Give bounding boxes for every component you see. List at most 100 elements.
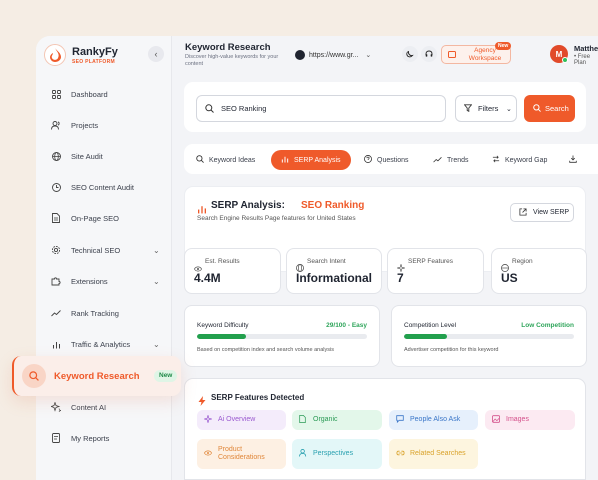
feature-chip-images[interactable]: Images: [485, 410, 575, 430]
tab-trends[interactable]: Trends: [433, 150, 469, 170]
globe-icon: [51, 151, 61, 161]
search-value: SEO Ranking: [221, 104, 267, 113]
tab-keyword-ideas[interactable]: Keyword Ideas: [196, 150, 255, 170]
sidebar-item-on-page-seo[interactable]: On-Page SEO: [36, 208, 172, 228]
tab-label: Keyword Gap: [505, 156, 548, 164]
sidebar-item-label: Content AI: [71, 402, 107, 412]
sidebar-item-technical-seo[interactable]: Technical SEO ⌄: [36, 240, 172, 260]
tab-keyword-gap[interactable]: Keyword Gap: [492, 150, 547, 170]
stat-region: Region US: [491, 248, 587, 294]
sidebar-item-dashboard[interactable]: Dashboard: [36, 84, 172, 104]
sidebar-item-site-audit[interactable]: Site Audit: [36, 146, 172, 166]
sidebar-item-rank-tracking[interactable]: Rank Tracking: [36, 303, 172, 323]
progress-fill: [404, 334, 447, 339]
puzzle-icon: [51, 276, 61, 286]
support-button[interactable]: [421, 46, 437, 62]
sidebar-item-label: Keyword Research: [54, 370, 140, 382]
feature-chip-product-considerations[interactable]: Product Considerations: [197, 439, 286, 469]
brand-logo-icon: [44, 44, 66, 66]
sidebar-item-extensions[interactable]: Extensions ⌄: [36, 271, 172, 291]
collapse-sidebar-button[interactable]: ‹: [148, 46, 164, 62]
new-badge: New: [154, 370, 178, 382]
competition-progress-bar: [404, 334, 574, 339]
site-selector[interactable]: https://www.gr... ⌄: [295, 47, 371, 63]
sidebar: RankyFy SEO PLATFORM ‹ Dashboard Project…: [36, 36, 172, 480]
sidebar-item-traffic-analytics[interactable]: Traffic & Analytics ⌄: [36, 334, 172, 354]
image-icon: [492, 415, 500, 425]
chip-label: People Also Ask: [410, 416, 461, 423]
page-subtitle: Discover high-value keywords for your co…: [185, 54, 279, 67]
sidebar-item-projects[interactable]: Projects: [36, 115, 172, 135]
stat-est-results: Est. Results 4.4M: [184, 248, 281, 294]
view-serp-button[interactable]: View SERP: [510, 203, 574, 222]
sidebar-item-label: Projects: [71, 120, 99, 130]
clock-icon: [51, 182, 61, 192]
feature-chip-perspectives[interactable]: Perspectives: [292, 439, 382, 469]
metric-label: Competition Level: [404, 322, 457, 329]
chevron-down-icon: ⌄: [506, 105, 512, 113]
search-icon: [196, 155, 204, 165]
sidebar-item-label: My Reports: [71, 433, 110, 443]
report-icon: [51, 433, 61, 443]
tab-export[interactable]: [569, 150, 577, 170]
stat-value: 7: [397, 271, 404, 285]
sidebar-item-my-reports[interactable]: My Reports: [36, 428, 172, 448]
stat-value: Informational: [296, 271, 373, 285]
view-serp-label: View SERP: [533, 209, 570, 216]
stat-serp-features: SERP Features 7: [387, 248, 484, 294]
chip-label: Ai Overview: [218, 416, 256, 423]
sidebar-item-seo-content-audit[interactable]: SEO Content Audit: [36, 177, 172, 197]
search-input[interactable]: SEO Ranking: [196, 95, 446, 122]
stat-value: US: [501, 271, 518, 285]
sidebar-item-content-ai[interactable]: Content AI: [36, 397, 172, 417]
search-button[interactable]: Search: [524, 95, 575, 122]
sparkle-icon: [203, 414, 213, 425]
tab-questions[interactable]: Questions: [364, 150, 409, 170]
sidebar-item-keyword-research[interactable]: Keyword Research New: [12, 356, 181, 396]
competition-level-card: Competition Level Low Competition Advert…: [391, 305, 587, 367]
brand-name: RankyFy: [72, 45, 118, 58]
keyword-difficulty-card: Keyword Difficulty 29/100 - Easy Based o…: [184, 305, 380, 367]
top-header: Keyword Research Discover high-value key…: [172, 36, 598, 76]
users-icon: [51, 120, 61, 130]
sidebar-item-label: Rank Tracking: [71, 308, 119, 318]
filters-button[interactable]: Filters ⌄: [455, 95, 517, 122]
sidebar-item-label: Traffic & Analytics: [71, 339, 131, 349]
download-icon: [569, 155, 577, 165]
search-card: SEO Ranking Filters ⌄ Search: [184, 82, 586, 132]
stat-label: Search Intent: [307, 258, 346, 265]
user-plan: • Free Plan: [574, 54, 591, 66]
bar-chart-icon: [281, 155, 289, 165]
site-globe-icon: [295, 50, 305, 60]
sparkle-icon: [51, 402, 61, 412]
tab-label: Questions: [377, 156, 409, 164]
progress-fill: [197, 334, 247, 339]
site-url: https://www.gr...: [309, 51, 359, 59]
moon-icon: [406, 45, 414, 63]
document-icon: [51, 213, 61, 223]
difficulty-progress-bar: [197, 334, 367, 339]
tab-serp-analysis[interactable]: SERP Analysis: [271, 150, 351, 170]
sidebar-item-label: Site Audit: [71, 151, 103, 161]
metric-label: Keyword Difficulty: [197, 322, 249, 329]
user-name[interactable]: Matthew: [574, 44, 598, 53]
question-icon: [364, 155, 372, 165]
serp-title: SERP Analysis:: [211, 200, 285, 211]
feature-chip-related-searches[interactable]: Related Searches: [389, 439, 478, 469]
link-icon: [396, 449, 405, 459]
trend-icon: [433, 156, 442, 165]
sidebar-item-label: On-Page SEO: [71, 213, 119, 223]
stat-label: Est. Results: [205, 258, 240, 265]
metric-subtitle: Advertiser competition for this keyword: [404, 347, 499, 353]
features-title: SERP Features Detected: [211, 393, 305, 402]
feature-chip-organic[interactable]: Organic: [292, 410, 382, 430]
filter-icon: [463, 103, 473, 114]
page-title: Keyword Research: [185, 42, 271, 53]
stat-label: Region: [512, 258, 533, 265]
chevron-down-icon: ⌄: [153, 245, 160, 255]
chevron-down-icon: ⌄: [153, 339, 160, 349]
feature-chip-people-also-ask[interactable]: People Also Ask: [389, 410, 478, 430]
feature-chip-ai-overview[interactable]: Ai Overview: [197, 410, 286, 430]
theme-toggle-button[interactable]: [402, 46, 418, 62]
chat-icon: [396, 415, 404, 425]
